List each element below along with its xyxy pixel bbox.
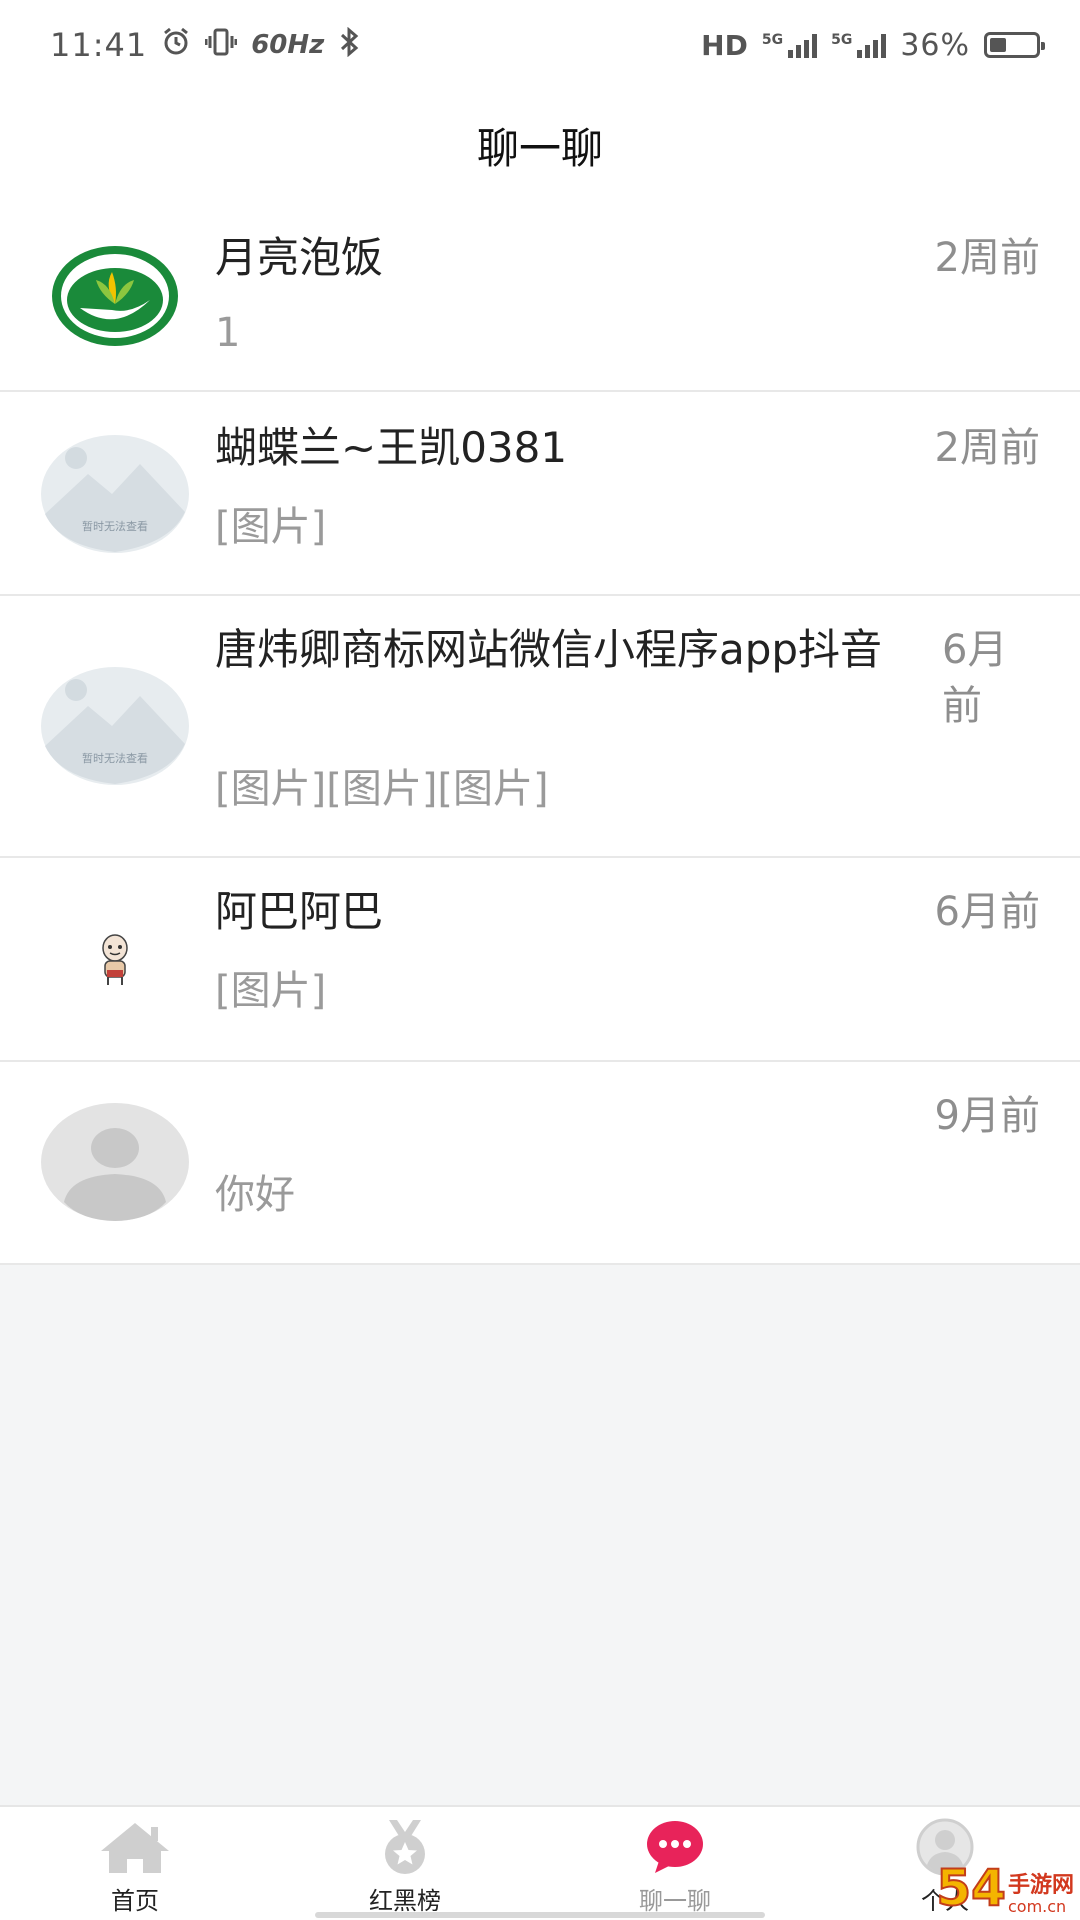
battery-icon	[984, 32, 1045, 58]
chat-name: 月亮泡饭	[215, 233, 384, 282]
watermark-brand: 手游网	[1007, 1873, 1074, 1898]
chat-time: 6月前	[942, 627, 1008, 729]
avatar	[40, 900, 190, 1020]
watermark-url: com.cn	[1007, 1897, 1067, 1916]
bottom-tabbar: 首页 红黑榜 聊一聊 个人	[0, 1805, 1080, 1920]
tab-label: 首页	[111, 1887, 159, 1915]
chat-last-message: [图片][图片][图片]	[215, 766, 549, 812]
chat-item[interactable]: 月亮泡饭 1 2周前	[0, 200, 1080, 392]
tab-ranking[interactable]: 红黑榜	[270, 1807, 540, 1920]
vibrate-icon	[204, 27, 238, 64]
chat-name: 阿巴阿巴	[215, 887, 384, 936]
tab-label: 红黑榜	[369, 1887, 441, 1915]
home-icon	[95, 1817, 175, 1877]
watermark-logo: 54 手游网 com.cn	[935, 1859, 1074, 1917]
bluetooth-icon	[338, 26, 362, 64]
home-indicator	[315, 1912, 765, 1918]
chat-item[interactable]: 阿巴阿巴 [图片] 6月前	[0, 858, 1080, 1062]
signal-icon-1: 5G	[762, 32, 818, 58]
signal-icon-2: 5G	[831, 32, 887, 58]
chat-last-message: 1	[215, 310, 241, 356]
chat-list: 月亮泡饭 1 2周前 暂时无法查看 蝴蝶兰~王凯0381 [图片] 2周前 暂时…	[0, 200, 1080, 1265]
chat-time: 6月前	[934, 889, 1040, 935]
status-bar: 11:41 60Hz HD 5G 5G 36%	[0, 0, 1080, 90]
avatar	[40, 236, 190, 356]
empty-area	[0, 1265, 1080, 1805]
avatar-placeholder-text: 暂时无法查看	[82, 751, 148, 765]
chat-item[interactable]: 暂时无法查看 蝴蝶兰~王凯0381 [图片] 2周前	[0, 392, 1080, 596]
chat-name: 唐炜卿商标网站微信小程序app抖音	[215, 625, 883, 674]
chat-last-message: [图片]	[215, 504, 327, 550]
tab-chat[interactable]: 聊一聊	[540, 1807, 810, 1920]
medal-icon	[365, 1817, 445, 1877]
avatar-placeholder: 暂时无法查看	[40, 434, 190, 554]
battery-percent: 36%	[900, 27, 970, 63]
chat-last-message: [图片]	[215, 968, 327, 1014]
chat-item[interactable]: 你好 9月前	[0, 1062, 1080, 1265]
chat-icon	[635, 1817, 715, 1877]
avatar-placeholder: 暂时无法查看	[40, 666, 190, 786]
page-header: 聊一聊	[0, 90, 1080, 200]
status-time: 11:41	[50, 26, 148, 64]
avatar-default	[40, 1102, 190, 1222]
watermark-number: 54	[935, 1859, 1007, 1917]
chat-item[interactable]: 暂时无法查看 唐炜卿商标网站微信小程序app抖音 [图片][图片][图片] 6月…	[0, 596, 1080, 858]
tab-home[interactable]: 首页	[0, 1807, 270, 1920]
avatar-placeholder-text: 暂时无法查看	[82, 519, 148, 533]
chat-name: 蝴蝶兰~王凯0381	[215, 423, 568, 472]
tab-label: 聊一聊	[639, 1887, 711, 1915]
hd-indicator: HD	[701, 28, 748, 62]
alarm-icon	[161, 27, 191, 64]
chat-last-message: 你好	[215, 1172, 295, 1218]
chat-time: 2周前	[934, 235, 1040, 281]
chat-time: 9月前	[934, 1093, 1040, 1139]
chat-time: 2周前	[934, 425, 1040, 471]
page-title: 聊一聊	[476, 123, 603, 173]
refresh-rate: 60Hz	[251, 30, 325, 60]
